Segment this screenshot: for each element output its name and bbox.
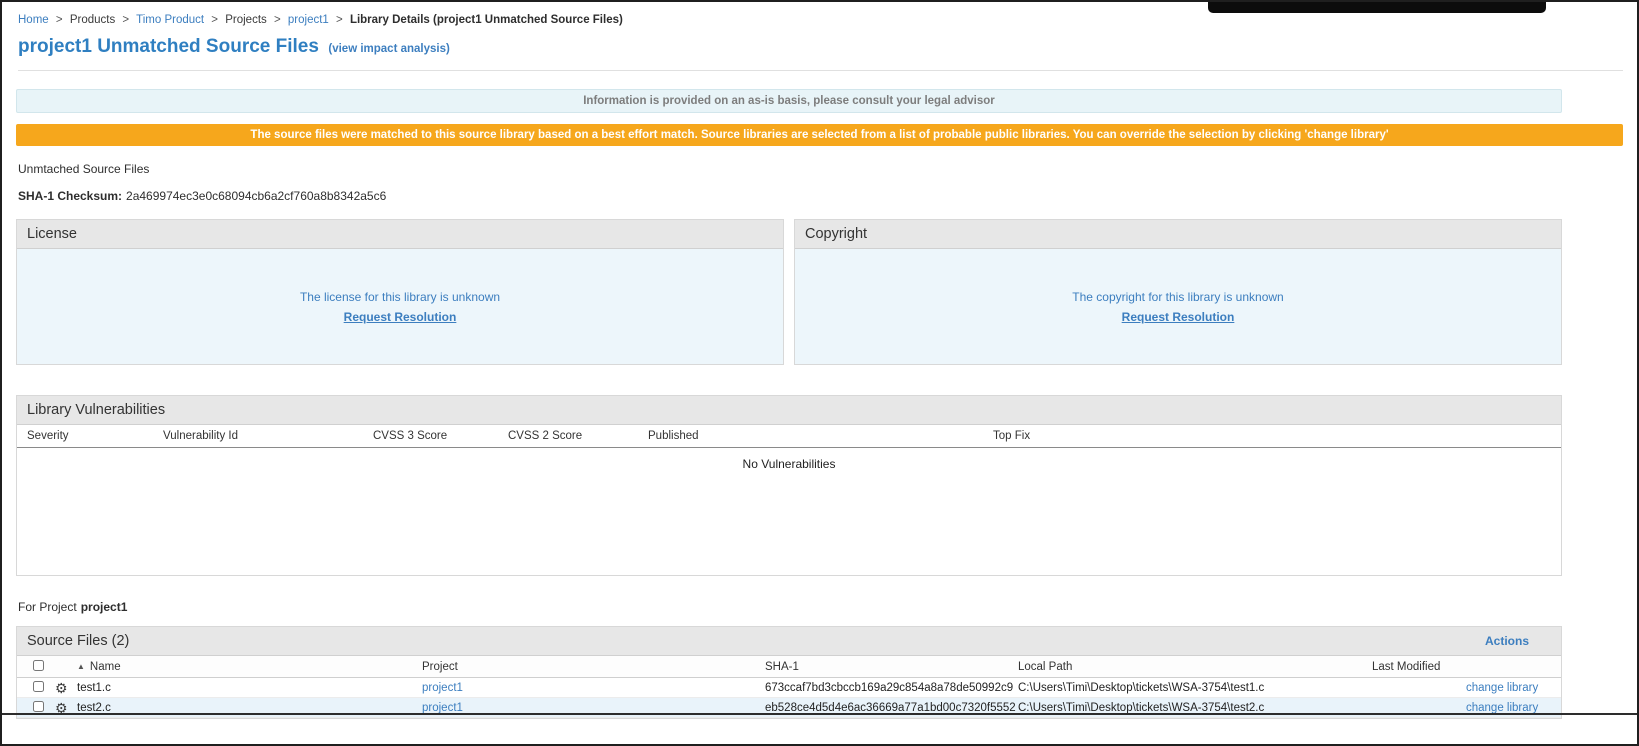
breadcrumb-products: Products: [70, 14, 115, 26]
actions-link[interactable]: Actions: [1485, 634, 1529, 648]
col-project: Project: [422, 661, 765, 673]
col-published: Published: [648, 430, 993, 442]
sha1-line: SHA-1 Checksum: 2a469974ec3e0c68094cb6a2c…: [16, 176, 1562, 203]
breadcrumb-separator: >: [274, 14, 281, 26]
file-sha1: 673ccaf7bd3cbccb169a29c854a8a78de50992c9: [765, 682, 1018, 694]
project-link[interactable]: project1: [422, 682, 765, 694]
file-name: test1.c: [77, 682, 422, 694]
breadcrumb-separator: >: [56, 14, 63, 26]
license-panel: License The license for this library is …: [16, 219, 784, 365]
col-local-path: Local Path: [1018, 661, 1372, 673]
col-name-label: Name: [90, 661, 121, 673]
change-library-link[interactable]: change library: [1466, 682, 1561, 694]
file-sha1: eb528ce4d5d4e6ac36669a77a1bd00c7320f5552: [765, 702, 1018, 714]
vulnerabilities-panel: Library Vulnerabilities Severity Vulnera…: [16, 395, 1562, 576]
file-local-path: C:\Users\Timi\Desktop\tickets\WSA-3754\t…: [1018, 682, 1372, 694]
copyright-request-resolution-link[interactable]: Request Resolution: [1122, 310, 1235, 324]
bottom-divider: [2, 713, 1637, 715]
row-checkbox-cell: [33, 681, 55, 695]
copyright-panel-body: The copyright for this library is unknow…: [795, 249, 1561, 364]
license-panel-title: License: [17, 220, 783, 249]
col-vulnerability-id: Vulnerability Id: [163, 430, 373, 442]
view-impact-analysis-link[interactable]: (view impact analysis): [328, 43, 449, 55]
for-project-name: project1: [81, 600, 128, 614]
vulnerabilities-empty-body: No Vulnerabilities: [17, 448, 1561, 575]
breadcrumb-projects: Projects: [225, 14, 267, 26]
license-panel-body: The license for this library is unknown …: [17, 249, 783, 364]
library-name: Unmtached Source Files: [16, 146, 1562, 176]
row-checkbox[interactable]: [33, 681, 44, 692]
col-cvss3-score: CVSS 3 Score: [373, 430, 508, 442]
for-project-prefix: For Project: [18, 600, 77, 614]
best-effort-warning-banner: The source files were matched to this so…: [16, 124, 1623, 146]
source-files-title: Source Files (2): [27, 633, 129, 649]
col-cvss2-score: CVSS 2 Score: [508, 430, 648, 442]
breadcrumb-project1[interactable]: project1: [288, 14, 329, 26]
change-library-link[interactable]: change library: [1466, 702, 1561, 714]
breadcrumb-separator: >: [211, 14, 218, 26]
sha1-value: 2a469974ec3e0c68094cb6a2cf760a8b8342a5c6: [126, 189, 386, 203]
license-copyright-row: License The license for this library is …: [16, 219, 1562, 365]
source-files-column-headers: ▲ Name Project SHA-1 Local Path Last Modi…: [17, 656, 1561, 678]
title-divider: [18, 70, 1623, 71]
title-row: project1 Unmatched Source Files (view im…: [2, 26, 1637, 71]
col-sha1: SHA-1: [765, 661, 1018, 673]
vulnerabilities-panel-title: Library Vulnerabilities: [17, 396, 1561, 425]
breadcrumb-separator: >: [122, 14, 129, 26]
file-name: test2.c: [77, 702, 422, 714]
page-title: project1 Unmatched Source Files: [18, 36, 319, 57]
license-unknown-message: The license for this library is unknown: [300, 290, 500, 304]
col-name[interactable]: ▲ Name: [77, 661, 422, 673]
license-request-resolution-link[interactable]: Request Resolution: [344, 310, 457, 324]
sort-asc-icon: ▲: [77, 662, 85, 671]
source-file-row: ⚙ test2.c project1 eb528ce4d5d4e6ac36669…: [17, 698, 1561, 718]
vulnerabilities-column-headers: Severity Vulnerability Id CVSS 3 Score C…: [17, 425, 1561, 448]
row-checkbox[interactable]: [33, 701, 44, 712]
breadcrumb-timo-product[interactable]: Timo Product: [136, 14, 204, 26]
gear-icon[interactable]: ⚙: [55, 681, 77, 695]
for-project-line: For Project project1: [16, 600, 1562, 614]
col-severity: Severity: [27, 430, 163, 442]
sha1-label: SHA-1 Checksum:: [18, 189, 122, 203]
copyright-unknown-message: The copyright for this library is unknow…: [1072, 290, 1283, 304]
col-last-modified: Last Modified: [1372, 661, 1466, 673]
breadcrumb-separator: >: [336, 14, 343, 26]
page: Home > Products > Timo Product > Project…: [0, 0, 1639, 746]
no-vulnerabilities-message: No Vulnerabilities: [17, 448, 1561, 471]
select-all-checkbox[interactable]: [33, 660, 44, 671]
redaction-bar: [1208, 2, 1546, 13]
select-all-checkbox-cell: [33, 660, 55, 674]
source-files-panel: Source Files (2) Actions ▲ Name Project S…: [16, 626, 1562, 719]
source-file-row: ⚙ test1.c project1 673ccaf7bd3cbccb169a2…: [17, 678, 1561, 698]
file-local-path: C:\Users\Timi\Desktop\tickets\WSA-3754\t…: [1018, 702, 1372, 714]
col-top-fix: Top Fix: [993, 430, 1561, 442]
copyright-panel: Copyright The copyright for this library…: [794, 219, 1562, 365]
legal-info-banner: Information is provided on an as-is basi…: [16, 89, 1562, 113]
source-files-header: Source Files (2) Actions: [17, 627, 1561, 656]
breadcrumb-library-details: Library Details (project1 Unmatched Sour…: [350, 14, 623, 26]
project-link[interactable]: project1: [422, 702, 765, 714]
breadcrumb-home[interactable]: Home: [18, 14, 49, 26]
copyright-panel-title: Copyright: [795, 220, 1561, 249]
